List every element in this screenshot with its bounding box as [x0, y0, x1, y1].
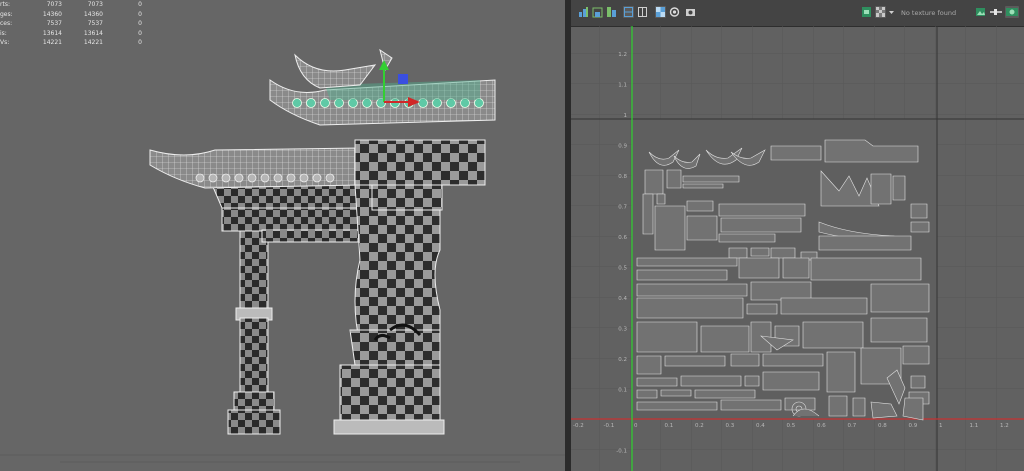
uv-layout-icon[interactable] [578, 6, 589, 18]
hud-value: 0 [138, 10, 142, 18]
viewport-canvas[interactable] [0, 0, 565, 471]
left-beam [209, 179, 373, 243]
uv-u-tick-label: -0.1 [604, 423, 615, 429]
uv-straighten-icon[interactable] [606, 6, 617, 18]
uv-v-tick-label: 0.9 [618, 144, 627, 150]
hud-value: 7073 [87, 1, 103, 8]
hud-value: 0 [138, 20, 142, 28]
uv-u-tick-label: 0.7 [848, 423, 857, 429]
hud-value: 14360 [83, 10, 103, 18]
uv-u-tick-label: 0.4 [756, 423, 765, 429]
uv-v-tick-label: 0.3 [618, 327, 627, 333]
uv-grid-canvas[interactable]: -0.2 -0.1 0 0.1 0.2 0.3 0.4 0.5 0.6 0.7 0.8 0.9 1 1.1… [571, 26, 1024, 471]
uv-toolbar: No texture found [571, 0, 1024, 27]
uv-texture-icon[interactable] [861, 6, 872, 18]
top-roof-selected [269, 48, 496, 126]
uv-v-tick-label: 0.6 [618, 235, 627, 241]
uv-v-tick-label: 1.2 [618, 52, 627, 58]
hud-value: 13614 [83, 29, 103, 37]
uv-u-tick-label: 0.2 [695, 423, 704, 429]
uv-v-tick-label: 1.3 [618, 26, 627, 28]
uv-grid-icon[interactable] [637, 6, 648, 18]
uv-u-tick-label: 1.2 [1000, 423, 1009, 429]
uv-u-tick-label: 0.3 [726, 423, 735, 429]
uv-editor-panel[interactable]: No texture found -0.2 -0.1 0 0.1 0.2 0.3 0.4 0.… [571, 0, 1024, 471]
uv-v-tick-label: 0.2 [618, 357, 627, 363]
ground-grid [0, 454, 565, 463]
hud-label: ces: [0, 20, 13, 28]
hud-value: 14360 [42, 10, 62, 18]
left-pillar [227, 229, 281, 435]
hud-label: rts: [0, 1, 10, 8]
uv-v-tick-label: -0.1 [616, 449, 627, 455]
uv-v-tick-label: 1.1 [618, 83, 627, 89]
hud-label: ges: [0, 10, 13, 18]
uv-exposure-icon[interactable] [989, 6, 1003, 18]
uv-snapshot-icon[interactable] [685, 6, 696, 18]
hud-value: 0 [138, 39, 142, 47]
uv-v-tick-label: 0.8 [618, 174, 627, 180]
uv-dim-icon[interactable] [875, 6, 886, 18]
right-tower [333, 139, 486, 435]
hud-value: 14221 [42, 39, 62, 47]
hud-value: 7537 [87, 20, 103, 28]
hud-value: 0 [138, 1, 142, 8]
hud-value: 0 [138, 29, 142, 37]
uv-u-tick-label: 0 [634, 423, 638, 429]
hud-value: 14221 [83, 39, 103, 47]
uv-u-tick-label: 0.1 [665, 423, 674, 429]
uv-u-tick-label: 0.5 [787, 423, 796, 429]
uv-v-tick-label: 0.7 [618, 205, 627, 211]
uv-checker-icon[interactable] [655, 6, 666, 18]
uv-unfold-icon[interactable] [592, 6, 603, 18]
perspective-viewport[interactable]: rts: 7073 7073 0 ges: 14360 14360 0 ces:… [0, 0, 565, 471]
uv-u-tick-label: 1.1 [970, 423, 979, 429]
left-roof [149, 147, 361, 189]
uv-shell-icon[interactable] [623, 6, 634, 18]
hud-value: 13614 [42, 29, 62, 37]
texture-status-label: No texture found [901, 9, 957, 17]
uv-v-tick-label: 0.5 [618, 266, 627, 272]
hud-label: is: [0, 29, 7, 37]
uv-isolate-icon[interactable] [669, 6, 680, 18]
hud-label: Vs: [0, 39, 10, 47]
uv-v-tick-label: 0.1 [618, 388, 627, 394]
uv-image-icon[interactable] [975, 6, 986, 18]
uv-gamma-icon[interactable] [1005, 6, 1019, 18]
uv-u-tick-label: 1 [939, 423, 943, 429]
uv-u-tick-label: 0.6 [817, 423, 826, 429]
uv-u-tick-label: 0.8 [878, 423, 887, 429]
hud-value: 7073 [46, 1, 62, 8]
hud-value: 7537 [46, 20, 62, 28]
uv-dropdown-icon[interactable] [888, 6, 895, 18]
uv-v-tick-label: 1 [624, 113, 628, 119]
uv-v-tick-label: 0.4 [618, 296, 627, 302]
uv-u-tick-label: -0.2 [573, 423, 584, 429]
uv-u-tick-label: 0.9 [909, 423, 918, 429]
